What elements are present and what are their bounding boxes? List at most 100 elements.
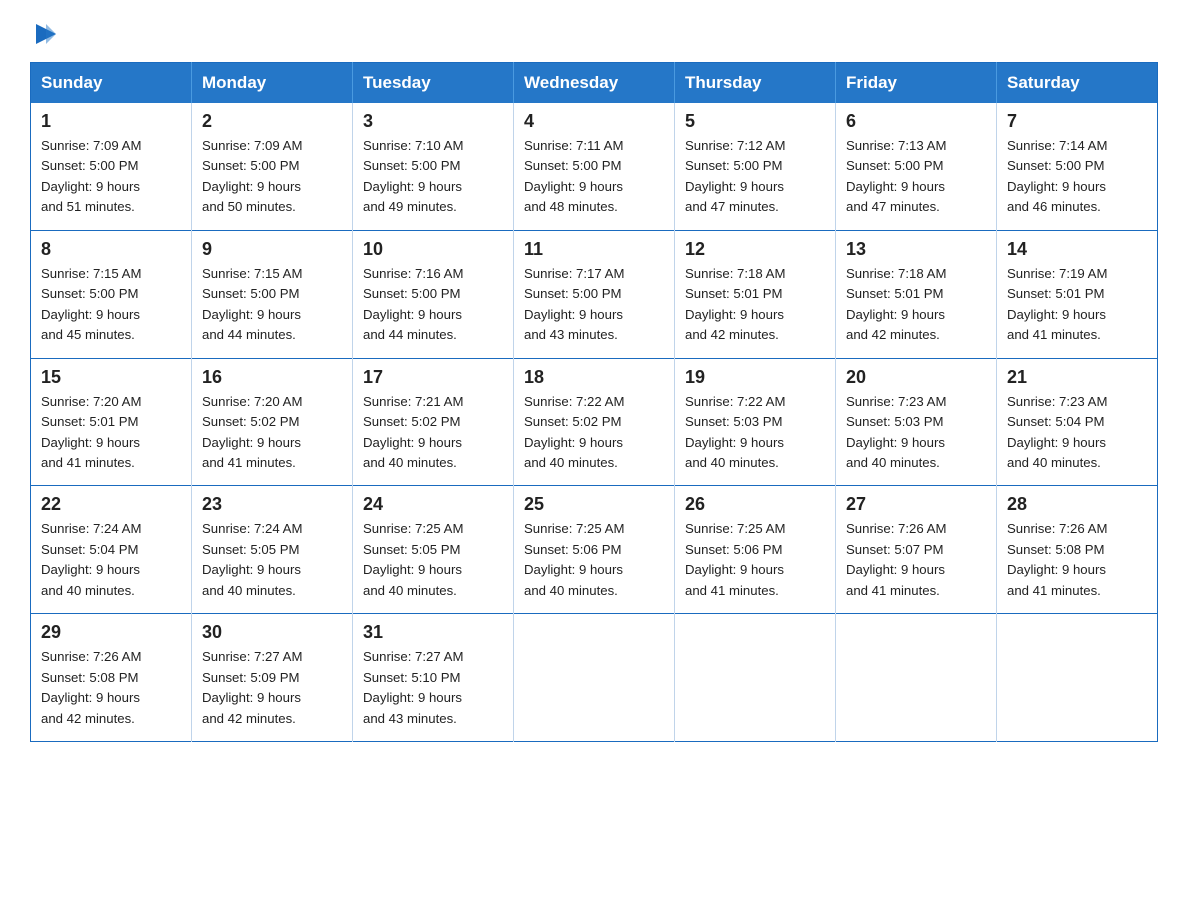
calendar-cell: 7 Sunrise: 7:14 AM Sunset: 5:00 PM Daylig… [997,103,1158,230]
calendar-cell: 20 Sunrise: 7:23 AM Sunset: 5:03 PM Dayli… [836,358,997,486]
day-info: Sunrise: 7:09 AM Sunset: 5:00 PM Dayligh… [202,136,342,218]
calendar-cell: 30 Sunrise: 7:27 AM Sunset: 5:09 PM Dayli… [192,614,353,742]
day-info: Sunrise: 7:13 AM Sunset: 5:00 PM Dayligh… [846,136,986,218]
day-number: 20 [846,367,986,388]
day-number: 26 [685,494,825,515]
calendar-cell: 8Sunrise: 7:15 AM Sunset: 5:00 PM Daylig… [31,230,192,358]
header-saturday: Saturday [997,63,1158,104]
calendar-cell: 4 Sunrise: 7:11 AM Sunset: 5:00 PM Daylig… [514,103,675,230]
calendar-cell: 17 Sunrise: 7:21 AM Sunset: 5:02 PM Dayli… [353,358,514,486]
day-number: 27 [846,494,986,515]
day-info: Sunrise: 7:18 AM Sunset: 5:01 PM Dayligh… [846,264,986,346]
calendar-cell: 27Sunrise: 7:26 AM Sunset: 5:07 PM Dayli… [836,486,997,614]
day-number: 9 [202,239,342,260]
day-info: Sunrise: 7:16 AM Sunset: 5:00 PM Dayligh… [363,264,503,346]
day-info: Sunrise: 7:12 AM Sunset: 5:00 PM Dayligh… [685,136,825,218]
day-number: 18 [524,367,664,388]
day-number: 31 [363,622,503,643]
day-info: Sunrise: 7:23 AM Sunset: 5:03 PM Dayligh… [846,392,986,474]
calendar-cell [836,614,997,742]
day-number: 29 [41,622,181,643]
calendar-cell: 1 Sunrise: 7:09 AM Sunset: 5:00 PM Daylig… [31,103,192,230]
day-number: 30 [202,622,342,643]
day-info: Sunrise: 7:27 AM Sunset: 5:09 PM Dayligh… [202,647,342,729]
day-number: 10 [363,239,503,260]
day-number: 13 [846,239,986,260]
day-info: Sunrise: 7:27 AM Sunset: 5:10 PM Dayligh… [363,647,503,729]
day-info: Sunrise: 7:26 AM Sunset: 5:08 PM Dayligh… [41,647,181,729]
day-number: 5 [685,111,825,132]
page-header [30,20,1158,44]
day-number: 15 [41,367,181,388]
calendar-week-row: 22 Sunrise: 7:24 AM Sunset: 5:04 PM Dayli… [31,486,1158,614]
day-number: 12 [685,239,825,260]
calendar-week-row: 29 Sunrise: 7:26 AM Sunset: 5:08 PM Dayli… [31,614,1158,742]
day-number: 22 [41,494,181,515]
day-info: Sunrise: 7:11 AM Sunset: 5:00 PM Dayligh… [524,136,664,218]
header-friday: Friday [836,63,997,104]
logo-icon [32,20,60,48]
calendar-cell: 9 Sunrise: 7:15 AM Sunset: 5:00 PM Daylig… [192,230,353,358]
day-info: Sunrise: 7:17 AM Sunset: 5:00 PM Dayligh… [524,264,664,346]
day-info: Sunrise: 7:24 AM Sunset: 5:05 PM Dayligh… [202,519,342,601]
day-number: 21 [1007,367,1147,388]
day-info: Sunrise: 7:20 AM Sunset: 5:02 PM Dayligh… [202,392,342,474]
day-number: 14 [1007,239,1147,260]
day-number: 28 [1007,494,1147,515]
calendar-cell: 23 Sunrise: 7:24 AM Sunset: 5:05 PM Dayli… [192,486,353,614]
calendar-cell: 6 Sunrise: 7:13 AM Sunset: 5:00 PM Daylig… [836,103,997,230]
day-info: Sunrise: 7:10 AM Sunset: 5:00 PM Dayligh… [363,136,503,218]
day-number: 1 [41,111,181,132]
calendar-cell: 25Sunrise: 7:25 AM Sunset: 5:06 PM Dayli… [514,486,675,614]
header-monday: Monday [192,63,353,104]
day-number: 3 [363,111,503,132]
header-thursday: Thursday [675,63,836,104]
day-info: Sunrise: 7:25 AM Sunset: 5:05 PM Dayligh… [363,519,503,601]
day-info: Sunrise: 7:21 AM Sunset: 5:02 PM Dayligh… [363,392,503,474]
calendar-cell: 22 Sunrise: 7:24 AM Sunset: 5:04 PM Dayli… [31,486,192,614]
day-info: Sunrise: 7:18 AM Sunset: 5:01 PM Dayligh… [685,264,825,346]
calendar-cell: 15 Sunrise: 7:20 AM Sunset: 5:01 PM Dayli… [31,358,192,486]
calendar-cell: 19Sunrise: 7:22 AM Sunset: 5:03 PM Dayli… [675,358,836,486]
day-number: 6 [846,111,986,132]
calendar-cell: 2 Sunrise: 7:09 AM Sunset: 5:00 PM Daylig… [192,103,353,230]
day-info: Sunrise: 7:14 AM Sunset: 5:00 PM Dayligh… [1007,136,1147,218]
calendar-cell: 14 Sunrise: 7:19 AM Sunset: 5:01 PM Dayli… [997,230,1158,358]
day-number: 2 [202,111,342,132]
day-info: Sunrise: 7:26 AM Sunset: 5:08 PM Dayligh… [1007,519,1147,601]
calendar-cell: 11Sunrise: 7:17 AM Sunset: 5:00 PM Dayli… [514,230,675,358]
calendar-cell [675,614,836,742]
day-info: Sunrise: 7:24 AM Sunset: 5:04 PM Dayligh… [41,519,181,601]
day-number: 17 [363,367,503,388]
day-number: 16 [202,367,342,388]
calendar-header-row: SundayMondayTuesdayWednesdayThursdayFrid… [31,63,1158,104]
calendar-cell: 26Sunrise: 7:25 AM Sunset: 5:06 PM Dayli… [675,486,836,614]
header-wednesday: Wednesday [514,63,675,104]
day-number: 24 [363,494,503,515]
calendar-cell: 24 Sunrise: 7:25 AM Sunset: 5:05 PM Dayli… [353,486,514,614]
header-tuesday: Tuesday [353,63,514,104]
calendar-cell: 5 Sunrise: 7:12 AM Sunset: 5:00 PM Daylig… [675,103,836,230]
calendar-cell: 31 Sunrise: 7:27 AM Sunset: 5:10 PM Dayli… [353,614,514,742]
calendar-week-row: 15 Sunrise: 7:20 AM Sunset: 5:01 PM Dayli… [31,358,1158,486]
day-number: 25 [524,494,664,515]
calendar-cell [997,614,1158,742]
calendar-week-row: 8Sunrise: 7:15 AM Sunset: 5:00 PM Daylig… [31,230,1158,358]
calendar-cell: 10 Sunrise: 7:16 AM Sunset: 5:00 PM Dayli… [353,230,514,358]
day-info: Sunrise: 7:15 AM Sunset: 5:00 PM Dayligh… [202,264,342,346]
calendar-cell: 18 Sunrise: 7:22 AM Sunset: 5:02 PM Dayli… [514,358,675,486]
day-info: Sunrise: 7:09 AM Sunset: 5:00 PM Dayligh… [41,136,181,218]
day-number: 7 [1007,111,1147,132]
day-number: 23 [202,494,342,515]
day-info: Sunrise: 7:19 AM Sunset: 5:01 PM Dayligh… [1007,264,1147,346]
day-info: Sunrise: 7:20 AM Sunset: 5:01 PM Dayligh… [41,392,181,474]
logo-area [30,20,60,44]
calendar-table: SundayMondayTuesdayWednesdayThursdayFrid… [30,62,1158,742]
calendar-cell: 13 Sunrise: 7:18 AM Sunset: 5:01 PM Dayli… [836,230,997,358]
calendar-cell: 28 Sunrise: 7:26 AM Sunset: 5:08 PM Dayli… [997,486,1158,614]
calendar-cell: 21 Sunrise: 7:23 AM Sunset: 5:04 PM Dayli… [997,358,1158,486]
day-info: Sunrise: 7:22 AM Sunset: 5:02 PM Dayligh… [524,392,664,474]
day-number: 4 [524,111,664,132]
day-info: Sunrise: 7:23 AM Sunset: 5:04 PM Dayligh… [1007,392,1147,474]
calendar-cell: 16 Sunrise: 7:20 AM Sunset: 5:02 PM Dayli… [192,358,353,486]
